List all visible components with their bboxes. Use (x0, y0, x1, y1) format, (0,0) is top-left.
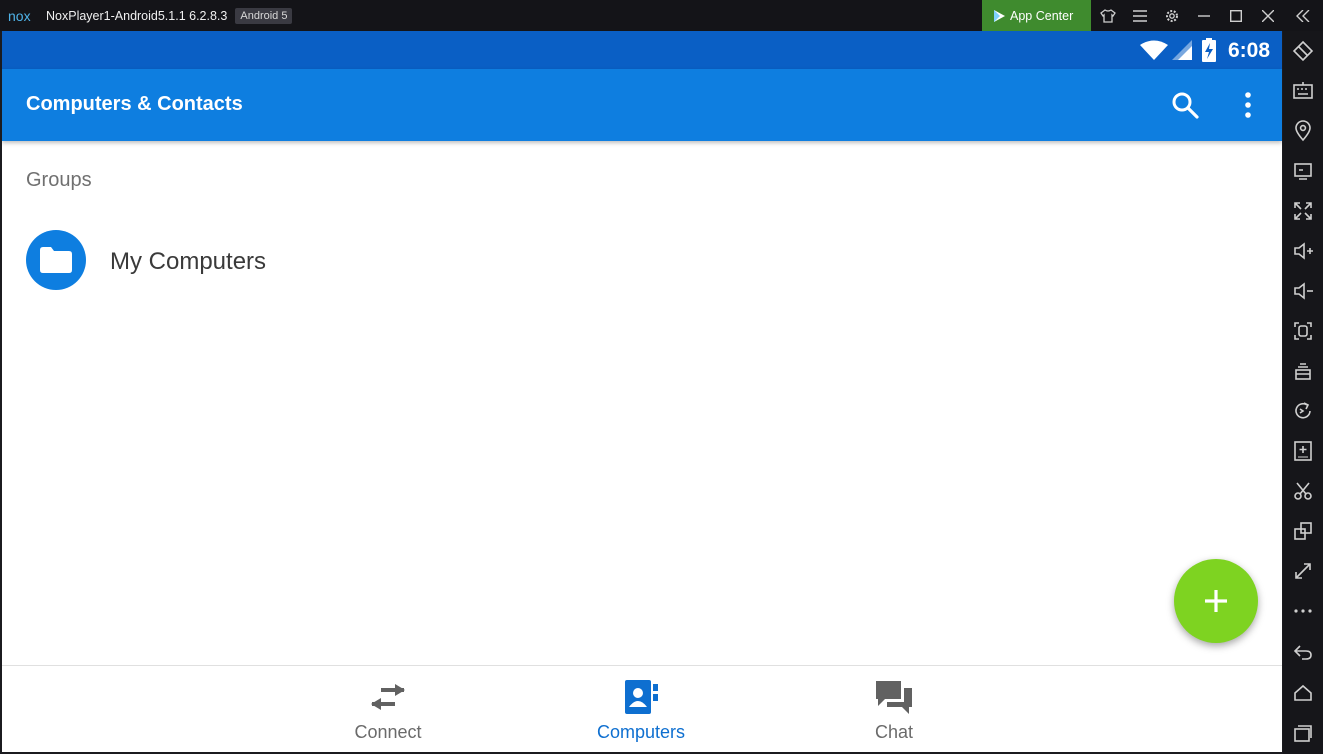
battery-charging-icon (1202, 38, 1216, 62)
fullscreen-icon (1294, 202, 1312, 220)
sidebar-multi-window-button[interactable] (1283, 511, 1323, 551)
volume-down-icon (1294, 282, 1313, 300)
sidebar-eraser-button[interactable] (1283, 31, 1323, 71)
shirt-icon (1100, 8, 1116, 23)
hamburger-icon (1133, 9, 1147, 22)
monitor-icon (1294, 163, 1312, 180)
signal-icon (1172, 40, 1192, 60)
minimize-button[interactable] (1189, 0, 1219, 31)
chat-bubbles-icon (876, 681, 912, 714)
play-store-icon (994, 9, 1005, 22)
maximize-button[interactable] (1221, 0, 1251, 31)
nav-computers[interactable]: Computers (561, 666, 721, 752)
sidebar-volume-up-button[interactable] (1283, 231, 1323, 271)
theme-shirt-button[interactable] (1093, 0, 1123, 31)
settings-button[interactable] (1157, 0, 1187, 31)
sidebar-fullscreen-button[interactable] (1283, 191, 1323, 231)
sidebar-macro-button[interactable] (1283, 391, 1323, 431)
folder-avatar (26, 230, 86, 290)
close-button[interactable] (1253, 0, 1283, 31)
bottom-navigation: Connect Computers Chat (2, 665, 1282, 752)
menu-button[interactable] (1125, 0, 1155, 31)
location-pin-icon (1295, 120, 1311, 142)
sidebar-home-button[interactable] (1283, 673, 1323, 713)
nav-connect-label: Connect (354, 722, 422, 742)
minimize-icon (1198, 14, 1210, 17)
page-title: Computers & Contacts (26, 93, 243, 115)
android-version-badge: Android 5 (235, 7, 293, 24)
sidebar-keyboard-button[interactable] (1283, 71, 1323, 111)
sidebar-location-button[interactable] (1283, 111, 1323, 151)
app-center-button[interactable]: App Center (982, 0, 1091, 31)
nav-computers-label: Computers (596, 722, 686, 742)
add-fab-button[interactable] (1174, 559, 1258, 643)
status-time: 6:08 (1227, 39, 1270, 62)
android-status-bar: 6:08 (2, 31, 1282, 69)
collapse-sidebar-button[interactable] (1288, 0, 1318, 31)
groups-section-label: Groups (26, 169, 92, 191)
folder-icon (40, 247, 72, 273)
resize-diagonal-icon (1295, 563, 1311, 579)
more-vertical-icon (1245, 92, 1251, 118)
group-item-my-computers[interactable]: My Computers (2, 221, 1282, 301)
nav-connect[interactable]: Connect (308, 666, 468, 752)
wifi-icon (1140, 40, 1168, 60)
refresh-script-icon (1295, 402, 1311, 419)
swap-arrows-icon (371, 684, 405, 710)
sidebar-apk-install-button[interactable] (1283, 431, 1323, 471)
app-bar: Computers & Contacts (2, 69, 1282, 141)
contacts-book-icon (625, 680, 658, 714)
nox-logo-icon: nox (8, 9, 31, 23)
gear-icon (1166, 9, 1178, 22)
stack-icon (1295, 363, 1311, 380)
svg-text:nox: nox (8, 9, 31, 23)
scissors-icon (1294, 482, 1312, 500)
nav-chat[interactable]: Chat (814, 666, 974, 752)
overflow-menu-button[interactable] (1230, 87, 1266, 123)
sidebar-multi-instance-button[interactable] (1283, 351, 1323, 391)
double-chevron-left-icon (1296, 9, 1310, 22)
maximize-icon (1230, 9, 1242, 22)
recent-apps-icon (1294, 725, 1312, 742)
apk-install-icon (1294, 441, 1312, 461)
plus-icon (1205, 590, 1227, 612)
back-arrow-icon (1293, 645, 1312, 660)
volume-up-icon (1294, 242, 1313, 260)
search-button[interactable] (1167, 87, 1203, 123)
sidebar-scissors-button[interactable] (1283, 471, 1323, 511)
emulator-title-bar: nox NoxPlayer1-Android5.1.1 6.2.8.3 Andr… (0, 0, 1323, 31)
keyboard-icon (1293, 82, 1313, 99)
sidebar-resize-button[interactable] (1283, 551, 1323, 591)
home-icon (1294, 684, 1312, 701)
emulator-sidebar (1283, 31, 1323, 754)
screenshot-icon (1294, 322, 1312, 340)
sidebar-more-button[interactable] (1283, 591, 1323, 631)
multi-window-icon (1294, 522, 1312, 540)
sidebar-back-button[interactable] (1283, 632, 1323, 672)
nav-chat-label: Chat (874, 722, 914, 742)
android-screen: 6:08 Computers & Contacts Groups My Comp… (2, 31, 1282, 752)
sidebar-screen-button[interactable] (1283, 151, 1323, 191)
app-center-label: App Center (1010, 8, 1074, 23)
window-title: NoxPlayer1-Android5.1.1 6.2.8.3 (46, 8, 228, 23)
close-icon (1262, 9, 1274, 22)
search-icon (1172, 92, 1199, 119)
eraser-icon (1292, 40, 1314, 62)
group-name: My Computers (110, 248, 267, 275)
sidebar-volume-down-button[interactable] (1283, 271, 1323, 311)
more-horizontal-icon (1294, 609, 1312, 613)
sidebar-screenshot-button[interactable] (1283, 311, 1323, 351)
sidebar-recents-button[interactable] (1283, 713, 1323, 753)
